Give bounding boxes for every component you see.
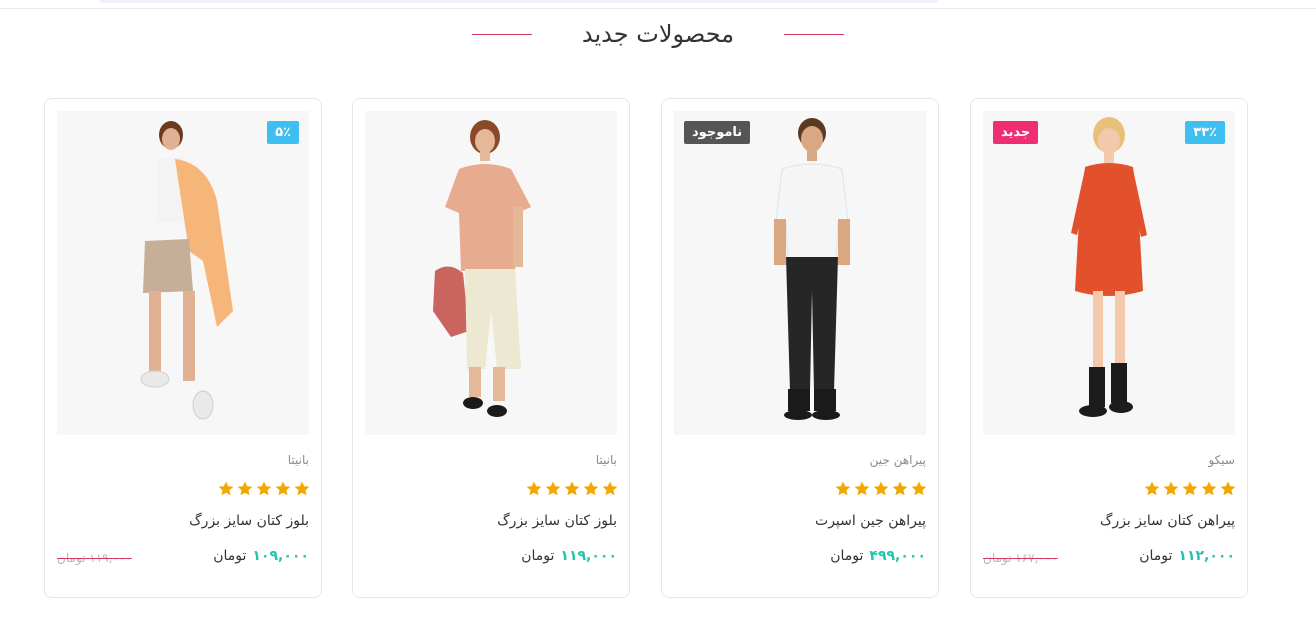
star-icon <box>1182 481 1198 496</box>
product-image[interactable] <box>365 111 617 435</box>
section-header: محصولات جدید <box>0 14 1316 54</box>
product-grid: ۳۳٪ جدید سیکو پیراهن کتان سایز بزرگ ۱۱۲,… <box>44 98 1248 598</box>
product-card[interactable]: ۳۳٪ جدید سیکو پیراهن کتان سایز بزرگ ۱۱۲,… <box>970 98 1248 598</box>
rating-stars <box>525 480 619 498</box>
star-icon <box>1144 481 1160 496</box>
star-icon <box>583 481 599 496</box>
rating-stars <box>1143 480 1237 498</box>
product-brand[interactable]: پیراهن جین <box>870 453 926 467</box>
rating-stars <box>217 480 311 498</box>
section-title: محصولات جدید <box>581 20 735 48</box>
product-photo <box>1071 117 1147 417</box>
star-icon <box>545 481 561 496</box>
star-icon <box>602 481 618 496</box>
product-card[interactable]: بانیتا بلوز کتان سایز بزرگ ۱۱۹,۰۰۰ تومان <box>352 98 630 598</box>
product-brand[interactable]: بانیتا <box>288 453 309 467</box>
top-divider <box>0 8 1316 9</box>
price-currency: تومان <box>1139 548 1173 564</box>
product-price: ۱۱۹,۰۰۰ <box>560 548 617 564</box>
price-row: ۱۱۲,۰۰۰ تومان <box>1139 548 1235 564</box>
product-name[interactable]: بلوز کتان سایز بزرگ <box>189 513 309 529</box>
top-strip <box>100 0 938 3</box>
product-photo <box>774 118 850 420</box>
star-icon <box>294 481 310 496</box>
product-brand[interactable]: بانیتا <box>596 453 617 467</box>
star-icon <box>911 481 927 496</box>
product-image[interactable] <box>674 111 926 435</box>
product-image[interactable] <box>57 111 309 435</box>
rating-stars <box>834 480 928 498</box>
product-price: ۱۰۹,۰۰۰ <box>252 548 309 564</box>
product-name[interactable]: بلوز کتان سایز بزرگ <box>497 513 617 529</box>
price-currency: تومان <box>521 548 555 564</box>
product-image[interactable] <box>983 111 1235 435</box>
star-icon <box>1220 481 1236 496</box>
discount-badge: ۳۳٪ <box>1185 121 1225 144</box>
product-name[interactable]: پیراهن جین اسپرت <box>815 513 926 529</box>
star-icon <box>564 481 580 496</box>
price-row: ۱۰۹,۰۰۰ تومان <box>213 548 309 564</box>
product-brand[interactable]: سیکو <box>1208 453 1235 467</box>
star-icon <box>873 481 889 496</box>
old-price: ۱۶۷,۰۰۰ تومان <box>983 551 1058 565</box>
title-decoration-line <box>471 33 532 35</box>
discount-badge: ۵٪ <box>267 121 299 144</box>
product-name[interactable]: پیراهن کتان سایز بزرگ <box>1100 513 1235 529</box>
product-photo <box>433 120 531 417</box>
new-badge: جدید <box>993 121 1039 144</box>
product-price: ۴۹۹,۰۰۰ <box>869 548 926 564</box>
star-icon <box>854 481 870 496</box>
star-icon <box>1163 481 1179 496</box>
product-card[interactable]: ۵٪ بانیتا بلوز کتان سایز بزرگ ۱۰۹,۰۰۰ تو… <box>44 98 322 598</box>
price-currency: تومان <box>830 548 864 564</box>
out-of-stock-badge: ناموجود <box>684 121 751 144</box>
star-icon <box>526 481 542 496</box>
star-icon <box>892 481 908 496</box>
star-icon <box>237 481 253 496</box>
price-currency: تومان <box>213 548 247 564</box>
title-decoration-line <box>784 33 845 35</box>
star-icon <box>256 481 272 496</box>
star-icon <box>218 481 234 496</box>
star-icon <box>1201 481 1217 496</box>
old-price: ۱۱۹,۰۰۰ تومان <box>57 551 132 565</box>
star-icon <box>835 481 851 496</box>
star-icon <box>275 481 291 496</box>
product-card[interactable]: ناموجود پیراهن جین پیراهن جین اسپرت ۴۹۹,… <box>661 98 939 598</box>
product-photo <box>140 121 233 420</box>
product-price: ۱۱۲,۰۰۰ <box>1178 548 1235 564</box>
price-row: ۱۱۹,۰۰۰ تومان <box>521 548 617 564</box>
price-row: ۴۹۹,۰۰۰ تومان <box>830 548 926 564</box>
